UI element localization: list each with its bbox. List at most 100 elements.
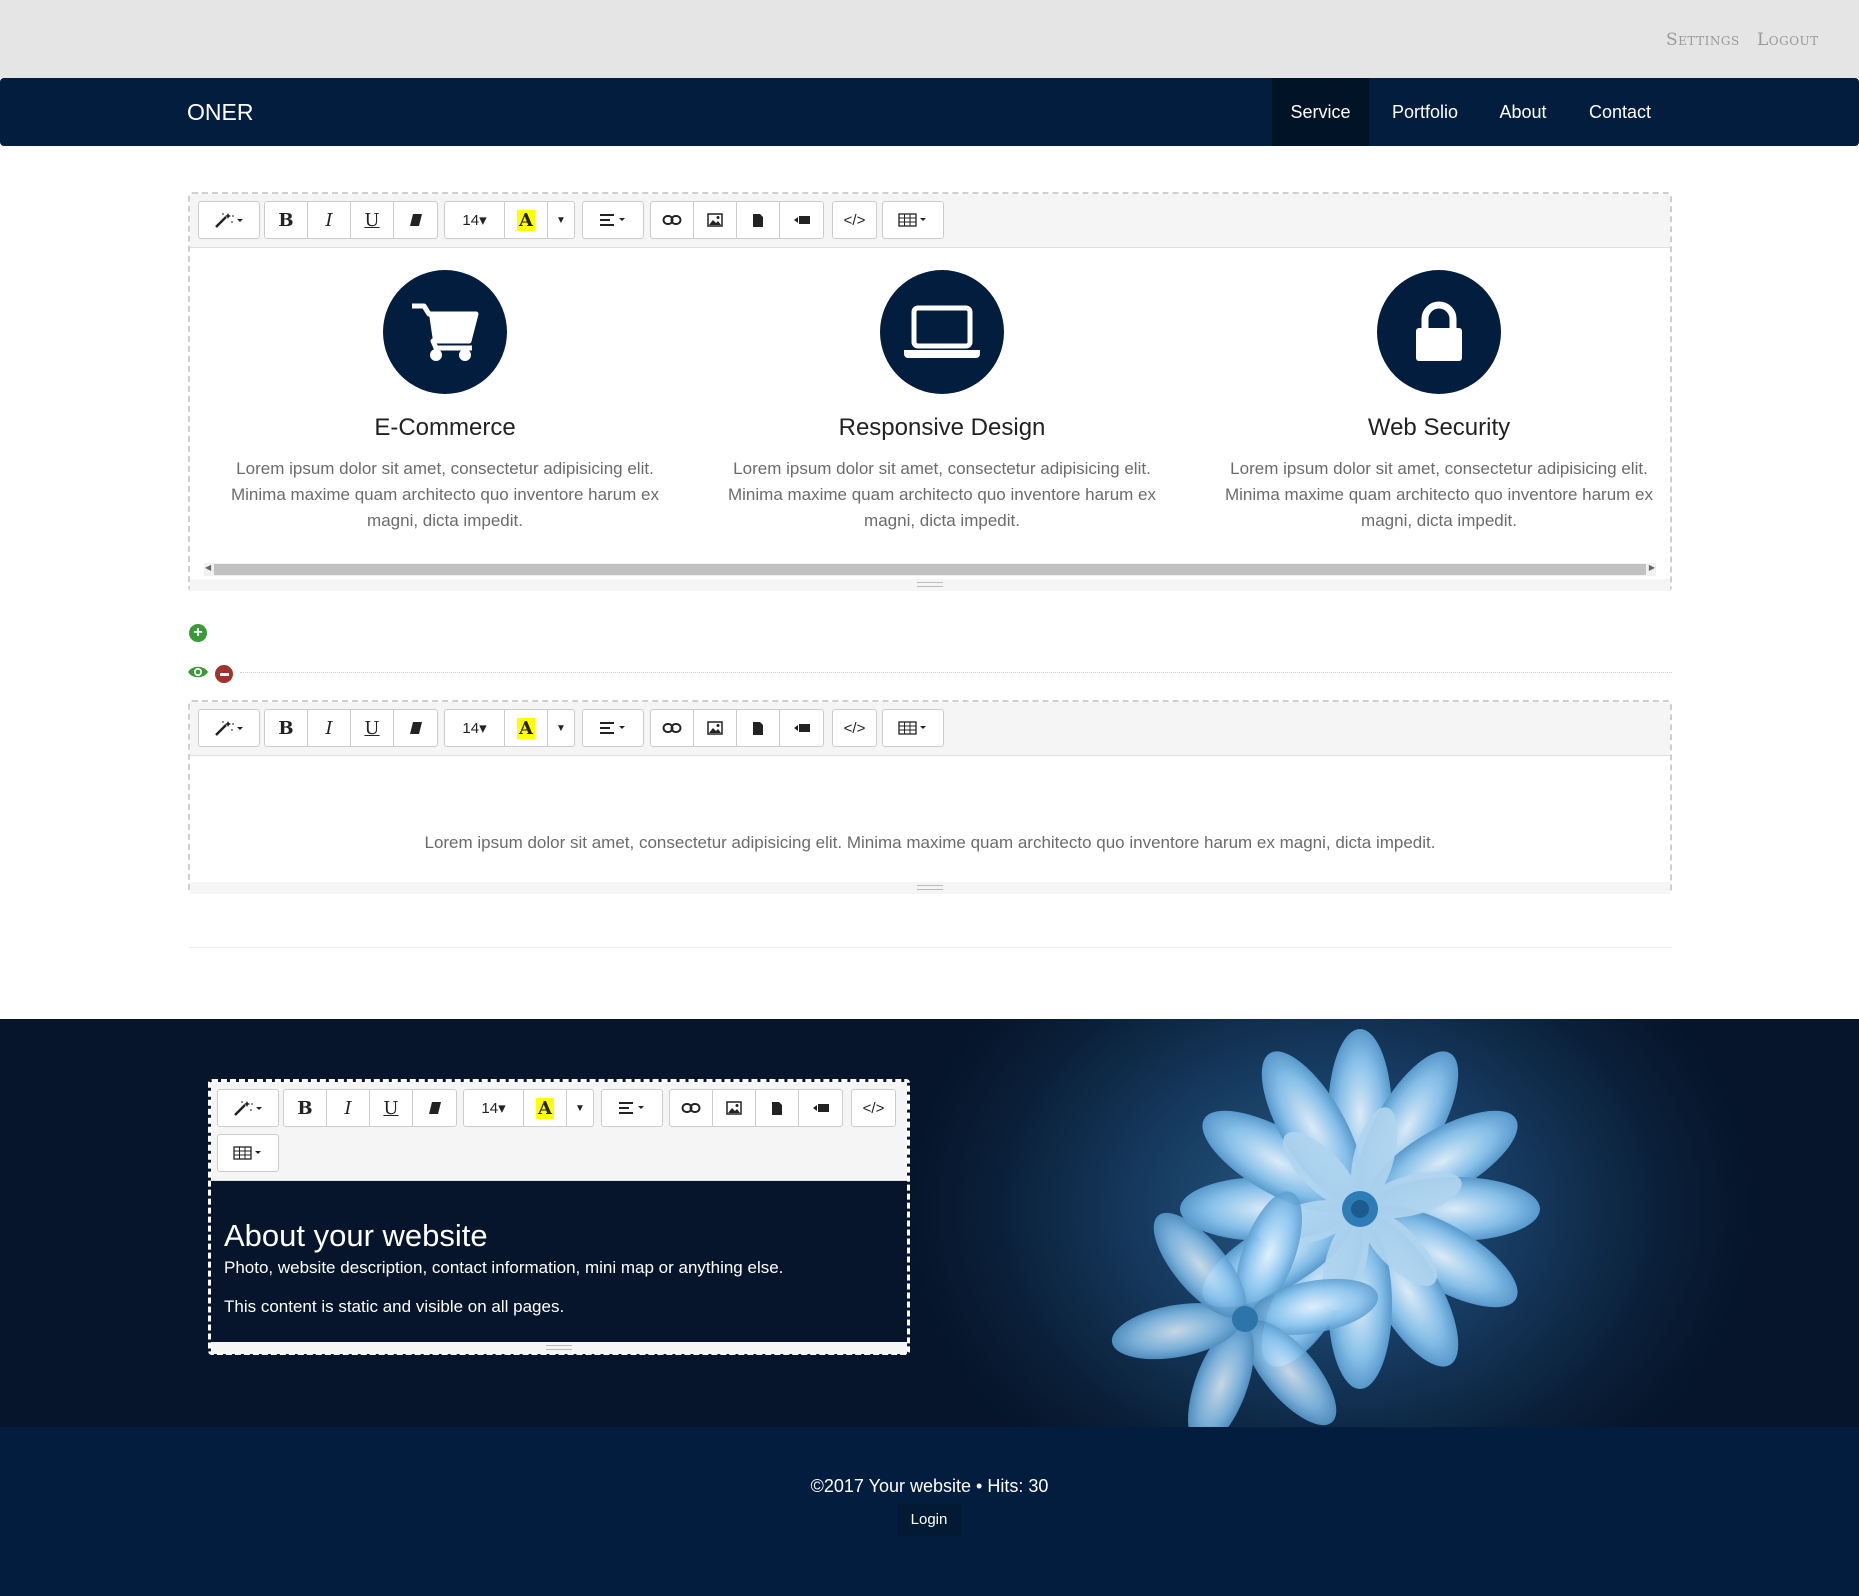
nav-item-service[interactable]: Service — [1272, 78, 1369, 146]
about-line-2: This content is static and visible on al… — [224, 1297, 565, 1316]
font-style-group: B I U — [264, 201, 438, 239]
table-group — [882, 201, 944, 239]
text-editor[interactable]: B I U 14▾ A ▼ </> Lorem ipsum dolor sit … — [188, 700, 1672, 894]
align-icon[interactable] — [583, 710, 643, 746]
scroll-right-icon[interactable]: ▶ — [1649, 563, 1655, 572]
image-icon[interactable] — [694, 710, 737, 746]
magic-wand-icon[interactable] — [199, 710, 259, 746]
eraser-icon[interactable] — [394, 202, 437, 238]
text-color-icon[interactable]: A — [524, 1090, 567, 1126]
editor-toolbar: B I U 14▾ A ▼ </> — [211, 1082, 907, 1181]
lock-icon — [1416, 301, 1462, 361]
about-hero-section: B I U 14▾ A ▼ </> About your website Pho… — [0, 1019, 1859, 1427]
bold-button[interactable]: B — [284, 1090, 327, 1126]
font-size-dropdown[interactable]: 14▾ — [445, 202, 505, 238]
bold-button[interactable]: B — [265, 710, 308, 746]
color-caret-icon[interactable]: ▼ — [548, 202, 574, 238]
nav-item-contact[interactable]: Contact — [1568, 78, 1672, 146]
table-icon[interactable] — [883, 202, 943, 238]
color-caret-icon[interactable]: ▼ — [567, 1090, 593, 1126]
align-icon[interactable] — [602, 1090, 662, 1126]
service-title: E-Commerce — [374, 414, 516, 441]
code-view-button[interactable]: </> — [833, 202, 876, 238]
site-footer: ©2017 Your website • Hits: 30 Login — [0, 1427, 1859, 1596]
icon-circle — [383, 270, 507, 394]
color-caret-icon[interactable]: ▼ — [548, 710, 574, 746]
editor-toolbar: B I U 14▾ A ▼ </> — [190, 702, 1670, 756]
link-icon[interactable] — [670, 1090, 713, 1126]
color-letter: A — [517, 717, 535, 739]
italic-button[interactable]: I — [308, 202, 351, 238]
insert-group — [650, 201, 824, 239]
brand-logo[interactable]: ONER — [187, 99, 253, 126]
add-block-icon[interactable]: + — [189, 624, 207, 642]
underline-button[interactable]: U — [351, 710, 394, 746]
style-group — [198, 709, 260, 747]
font-size-group: 14▾ A ▼ — [444, 201, 575, 239]
icon-circle — [880, 270, 1004, 394]
underline-button[interactable]: U — [370, 1090, 413, 1126]
resize-handle[interactable] — [190, 882, 1670, 894]
grip-icon — [917, 885, 943, 890]
service-text: Lorem ipsum dolor sit amet, consectetur … — [1224, 459, 1654, 530]
scrollbar-thumb[interactable] — [214, 564, 1646, 575]
code-view-button[interactable]: </> — [833, 710, 876, 746]
code-group: </> — [851, 1089, 896, 1127]
logout-link[interactable]: Logout — [1757, 30, 1819, 50]
font-size-group: 14▾ A ▼ — [463, 1089, 594, 1127]
footer-copyright: ©2017 Your website • Hits: 30 — [810, 1476, 1049, 1496]
remove-block-icon[interactable] — [215, 665, 233, 683]
link-icon[interactable] — [651, 710, 694, 746]
settings-link[interactable]: Settings — [1666, 30, 1740, 50]
eraser-icon[interactable] — [394, 710, 437, 746]
text-color-icon[interactable]: A — [505, 202, 548, 238]
underline-button[interactable]: U — [351, 202, 394, 238]
paragraph-group — [582, 201, 644, 239]
nav-item-portfolio[interactable]: Portfolio — [1370, 78, 1480, 146]
nav-item-about[interactable]: About — [1480, 78, 1566, 146]
text-color-icon[interactable]: A — [505, 710, 548, 746]
resize-handle[interactable] — [190, 579, 1670, 591]
image-icon[interactable] — [713, 1090, 756, 1126]
laptop-icon — [904, 305, 980, 358]
file-icon[interactable] — [737, 710, 780, 746]
about-title: About your website — [224, 1218, 488, 1253]
italic-button[interactable]: I — [327, 1090, 370, 1126]
color-letter: A — [517, 209, 535, 231]
services-editor[interactable]: B I U 14▾ A ▼ </> E-Commerce Lorem ipsum… — [188, 192, 1672, 591]
font-size-dropdown[interactable]: 14▾ — [445, 710, 505, 746]
link-icon[interactable] — [651, 202, 694, 238]
insert-group — [650, 709, 824, 747]
eraser-icon[interactable] — [413, 1090, 456, 1126]
service-text: Lorem ipsum dolor sit amet, consectetur … — [727, 459, 1157, 530]
align-icon[interactable] — [583, 202, 643, 238]
icon-circle — [1377, 270, 1501, 394]
login-button[interactable]: Login — [897, 1504, 961, 1536]
code-view-button[interactable]: </> — [852, 1090, 895, 1126]
service-column-ecommerce: E-Commerce Lorem ipsum dolor sit amet, c… — [210, 270, 680, 534]
table-icon[interactable] — [883, 710, 943, 746]
italic-button[interactable]: I — [308, 710, 351, 746]
file-icon[interactable] — [737, 202, 780, 238]
resize-handle[interactable] — [211, 1342, 907, 1354]
shopping-cart-icon — [412, 303, 479, 361]
magic-wand-icon[interactable] — [199, 202, 259, 238]
color-letter: A — [536, 1097, 554, 1119]
horizontal-scrollbar[interactable]: ◀ ▶ — [204, 563, 1656, 576]
video-icon[interactable] — [799, 1090, 842, 1126]
block-separator — [240, 672, 1672, 673]
video-icon[interactable] — [780, 710, 823, 746]
font-size-dropdown[interactable]: 14▾ — [464, 1090, 524, 1126]
eye-icon[interactable] — [187, 664, 209, 685]
scroll-left-icon[interactable]: ◀ — [205, 563, 211, 572]
file-icon[interactable] — [756, 1090, 799, 1126]
magic-wand-icon[interactable] — [218, 1090, 278, 1126]
bold-button[interactable]: B — [265, 202, 308, 238]
about-line-1: Photo, website description, contact info… — [224, 1258, 784, 1277]
section-divider — [188, 947, 1672, 948]
about-editor[interactable]: B I U 14▾ A ▼ </> About your website Pho… — [208, 1079, 910, 1355]
grip-icon — [917, 582, 943, 587]
image-icon[interactable] — [694, 202, 737, 238]
table-icon[interactable] — [218, 1135, 278, 1171]
video-icon[interactable] — [780, 202, 823, 238]
